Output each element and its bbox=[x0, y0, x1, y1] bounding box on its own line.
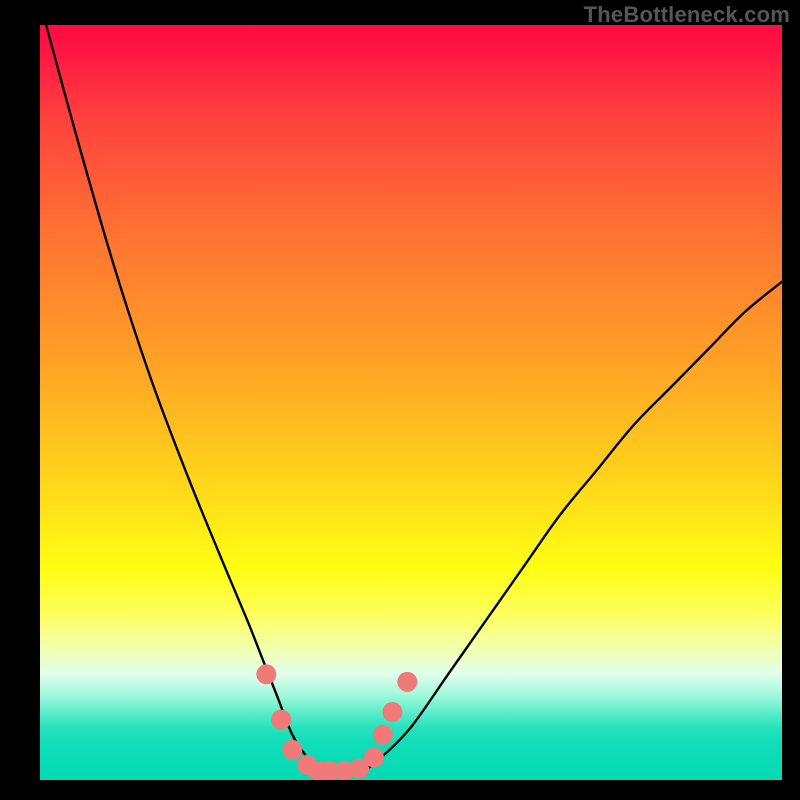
highlight-dot bbox=[373, 725, 393, 745]
highlight-dot bbox=[256, 664, 276, 684]
curve-svg bbox=[40, 25, 782, 780]
highlight-dots bbox=[256, 664, 417, 780]
plot-area bbox=[40, 25, 782, 780]
highlight-dot bbox=[364, 747, 384, 767]
highlight-dot bbox=[271, 710, 291, 730]
bottleneck-curve bbox=[40, 25, 782, 773]
chart-frame: TheBottleneck.com bbox=[0, 0, 800, 800]
highlight-dot bbox=[282, 740, 302, 760]
watermark-text: TheBottleneck.com bbox=[584, 2, 790, 28]
highlight-dot bbox=[397, 672, 417, 692]
highlight-dot bbox=[382, 702, 402, 722]
